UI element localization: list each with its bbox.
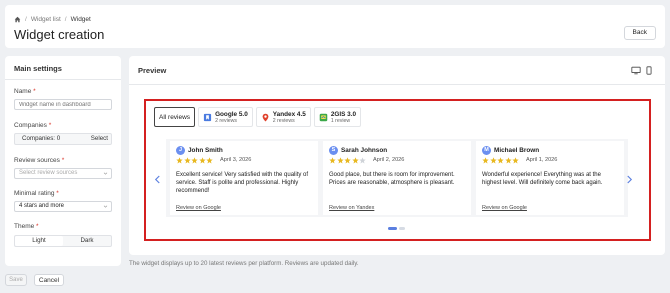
- home-icon[interactable]: [14, 16, 21, 23]
- save-button[interactable]: Save: [5, 274, 27, 286]
- star-rating: [176, 157, 213, 164]
- back-button[interactable]: Back: [623, 26, 656, 40]
- widget-name-input[interactable]: [14, 99, 112, 110]
- tab-google[interactable]: Google 5.0 2 reviews: [198, 107, 253, 127]
- review-text: Wonderful experience! Everything was at …: [482, 172, 603, 187]
- main-settings-panel: Main settings Name * Companies * Compani…: [5, 56, 121, 266]
- review-card: J John Smith April 3, 2026 Excellent ser…: [170, 141, 318, 215]
- chevron-right-icon[interactable]: [626, 175, 633, 184]
- star-icon: [329, 157, 336, 164]
- google-logo-icon: [203, 113, 212, 121]
- star-icon: [206, 157, 213, 164]
- star-rating: [329, 157, 366, 164]
- breadcrumb: / Widget list / Widget: [14, 16, 91, 23]
- review-date: April 1, 2026: [526, 157, 558, 163]
- reviewer-name: John Smith: [188, 147, 223, 154]
- review-text: Excellent service! Very satisfied with t…: [176, 172, 309, 195]
- chevron-left-icon[interactable]: [154, 175, 161, 184]
- desktop-icon[interactable]: [631, 66, 641, 75]
- review-date: April 3, 2026: [220, 157, 252, 163]
- reviews-carousel: J John Smith April 3, 2026 Excellent ser…: [166, 139, 628, 217]
- cancel-button[interactable]: Cancel: [34, 274, 64, 286]
- avatar: M: [482, 146, 491, 155]
- star-rating: [482, 157, 519, 164]
- pagination-dot-active[interactable]: [388, 227, 397, 230]
- star-icon: [351, 157, 359, 164]
- header-card: / Widget list / Widget Widget creation B…: [5, 5, 665, 48]
- tab-yandex[interactable]: Yandex 4.5 2 reviews: [255, 107, 311, 127]
- review-card: S Sarah Johnson April 2, 2026 Good place…: [323, 141, 471, 215]
- chevron-down-icon: [103, 205, 108, 208]
- star-icon: [183, 157, 191, 164]
- companies-label: Companies *: [14, 122, 52, 129]
- star-icon: [336, 157, 344, 164]
- breadcrumb-widget-list[interactable]: Widget list: [31, 16, 61, 23]
- theme-dark-option[interactable]: Dark: [63, 236, 111, 246]
- minimal-rating-label: Minimal rating *: [14, 190, 59, 197]
- review-card: M Michael Brown April 1, 2026 Wonderful …: [476, 141, 624, 215]
- name-label: Name *: [14, 88, 36, 95]
- widget-preview-frame: All reviews Google 5.0 2 reviews Yandex 4…: [144, 99, 651, 241]
- tab-all-reviews[interactable]: All reviews: [154, 107, 196, 127]
- yandex-pin-icon: [262, 113, 269, 121]
- review-sources-label: Review sources *: [14, 157, 65, 164]
- review-source-link[interactable]: Review on Google: [176, 205, 221, 211]
- divider: [129, 84, 665, 85]
- star-icon: [504, 157, 512, 164]
- companies-select-button[interactable]: Select: [91, 134, 108, 144]
- avatar: J: [176, 146, 185, 155]
- chevron-down-icon: [103, 172, 108, 175]
- review-source-link[interactable]: Review on Yandex: [329, 205, 374, 211]
- page-title: Widget creation: [14, 27, 105, 42]
- review-text: Good place, but there is room for improv…: [329, 172, 455, 187]
- breadcrumb-separator: /: [25, 16, 27, 23]
- reviewer-name: Sarah Johnson: [341, 147, 388, 154]
- star-icon: [344, 157, 351, 164]
- review-sources-select[interactable]: Select review sources: [14, 168, 112, 179]
- preview-panel: Preview All reviews Google 5.0 2 reviews …: [129, 56, 665, 255]
- star-icon: [176, 157, 183, 164]
- main-settings-title: Main settings: [14, 64, 62, 73]
- avatar: S: [329, 146, 338, 155]
- star-icon: [489, 157, 497, 164]
- star-icon: [482, 157, 489, 164]
- breadcrumb-current: Widget: [70, 16, 91, 23]
- review-date: April 2, 2026: [373, 157, 405, 163]
- star-icon: [191, 157, 198, 164]
- theme-light-option[interactable]: Light: [15, 236, 63, 246]
- theme-label: Theme *: [14, 223, 39, 230]
- tab-2gis[interactable]: 2GIS 3.0 1 review: [313, 107, 362, 127]
- star-icon: [359, 157, 366, 164]
- preview-title: Preview: [138, 66, 167, 75]
- divider: [5, 79, 121, 80]
- theme-toggle: Light Dark: [14, 235, 112, 247]
- companies-field: Companies: 0 Select: [14, 133, 112, 145]
- update-note: The widget displays up to 20 latest revi…: [129, 260, 359, 267]
- star-icon: [198, 157, 206, 164]
- companies-count: Companies: 0: [22, 135, 61, 142]
- pagination-dot[interactable]: [399, 227, 405, 230]
- 2gis-logo-icon: [319, 113, 328, 121]
- star-icon: [497, 157, 504, 164]
- carousel-pagination: [388, 227, 405, 230]
- star-icon: [512, 157, 519, 164]
- source-tabs: All reviews Google 5.0 2 reviews Yandex 4…: [154, 107, 362, 127]
- breadcrumb-separator: /: [64, 16, 67, 23]
- review-source-link[interactable]: Review on Google: [482, 205, 527, 211]
- mobile-icon[interactable]: [644, 66, 654, 75]
- reviewer-name: Michael Brown: [494, 147, 540, 154]
- minimal-rating-select[interactable]: 4 stars and more: [14, 201, 112, 212]
